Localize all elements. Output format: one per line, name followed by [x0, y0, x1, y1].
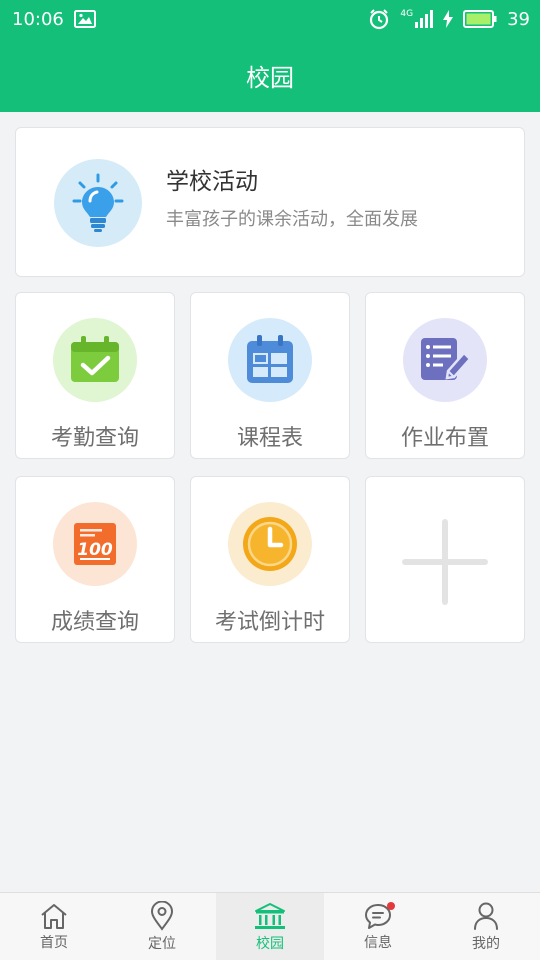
score-icon: 100: [53, 502, 137, 586]
homework-icon: [403, 318, 487, 402]
tile-label-attendance: 考勤查询: [50, 426, 139, 451]
tile-label-score: 成绩查询: [50, 610, 139, 635]
tile-add[interactable]: [365, 476, 525, 643]
nav-label-profile: 我的: [472, 935, 500, 952]
nav-home[interactable]: 首页: [0, 893, 108, 960]
user-icon: [474, 902, 498, 930]
home-icon: [41, 903, 67, 929]
calendar-check-icon: [53, 318, 137, 402]
plus-icon: [402, 519, 488, 605]
battery-level: 39: [507, 8, 530, 30]
timetable-icon: [228, 318, 312, 402]
nav-label-campus: 校园: [256, 935, 284, 952]
tile-score[interactable]: 100 成绩查询: [15, 476, 175, 643]
signal-indicator: 4G: [400, 9, 434, 28]
status-bar: 10:06 4G 39: [0, 0, 540, 38]
bottom-nav: 首页 定位 校园 信息 我的: [0, 892, 540, 960]
image-icon: [73, 10, 96, 28]
alarm-icon: [370, 9, 389, 30]
nav-profile[interactable]: 我的: [432, 893, 540, 960]
tile-timetable[interactable]: 课程表: [190, 292, 350, 459]
network-type: 4G: [400, 9, 414, 19]
battery-icon: [463, 10, 497, 28]
status-time: 10:06: [12, 8, 64, 30]
charging-icon: [443, 10, 454, 28]
tile-label-exam-countdown: 考试倒计时: [214, 610, 325, 635]
activity-title: 学校活动: [166, 169, 258, 195]
signal-icon: [415, 10, 434, 28]
svg-text:100: 100: [77, 540, 113, 560]
school-activity-card[interactable]: 学校活动 丰富孩子的课余活动，全面发展: [15, 127, 525, 277]
tile-homework[interactable]: 作业布置: [365, 292, 525, 459]
tile-label-homework: 作业布置: [400, 426, 489, 451]
tile-label-timetable: 课程表: [236, 426, 303, 451]
message-badge: [387, 902, 395, 910]
nav-label-messages: 信息: [364, 934, 392, 951]
nav-label-location: 定位: [148, 935, 176, 952]
nav-location[interactable]: 定位: [108, 893, 216, 960]
activity-subtitle: 丰富孩子的课余活动，全面发展: [166, 209, 418, 230]
tile-attendance[interactable]: 考勤查询: [15, 292, 175, 459]
campus-icon: [255, 902, 285, 929]
nav-label-home: 首页: [40, 934, 68, 951]
clock-icon: [228, 502, 312, 586]
nav-messages[interactable]: 信息: [324, 893, 432, 960]
nav-campus[interactable]: 校园: [216, 893, 324, 960]
tile-exam-countdown[interactable]: 考试倒计时: [190, 476, 350, 643]
lightbulb-icon: [54, 159, 142, 247]
status-left: 10:06: [12, 9, 96, 30]
app-header: 校园: [0, 38, 540, 112]
location-pin-icon: [150, 900, 174, 931]
page-title: 校园: [246, 63, 294, 92]
status-right: 4G 39: [368, 8, 530, 30]
